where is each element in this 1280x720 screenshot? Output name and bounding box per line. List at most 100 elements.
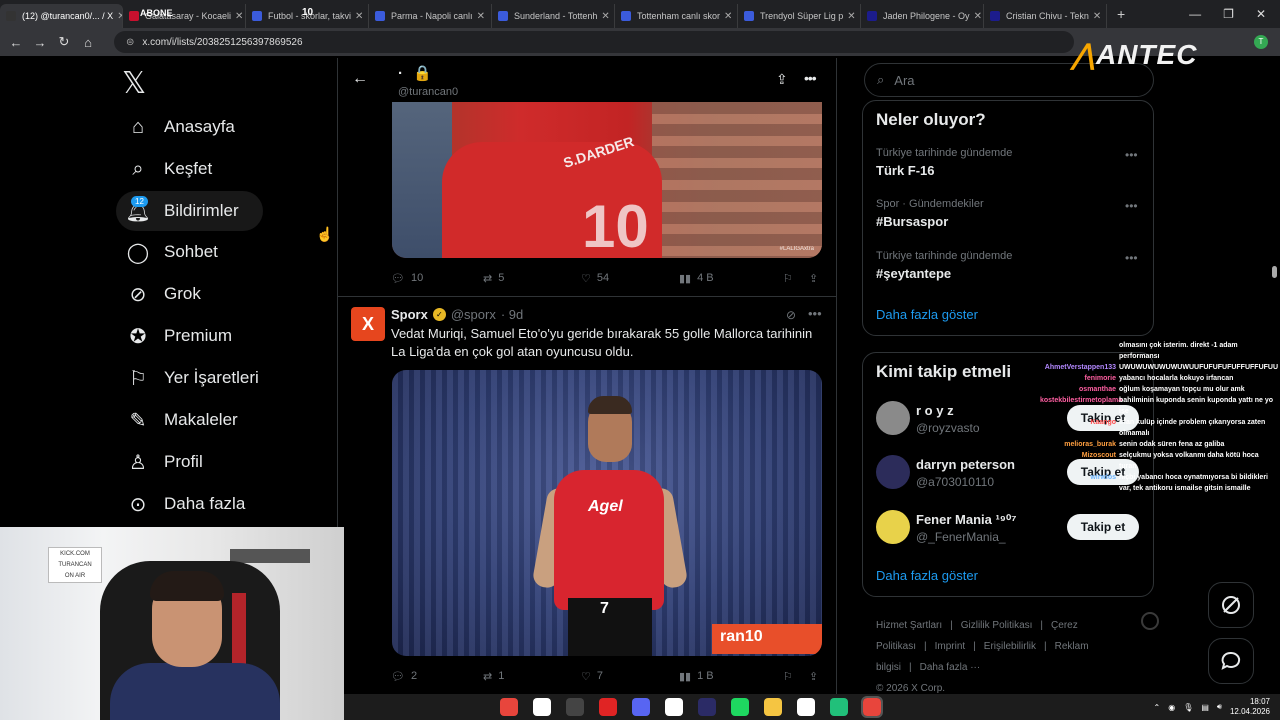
browser-tab[interactable]: Trendyol Süper Lig p ✕ [738, 4, 861, 28]
sidebar-item-more-circle[interactable]: ⊙ Daha fazla [116, 484, 255, 524]
tweet-date[interactable]: · 9d [501, 307, 523, 322]
browser-tab[interactable]: Parma - Napoli canlı ✕ [369, 4, 492, 28]
record-taskbar-icon[interactable] [599, 698, 617, 716]
tray-chevron-icon[interactable]: ⌃ [1154, 703, 1161, 712]
scrollbar-thumb[interactable] [1272, 266, 1277, 278]
tab-close-icon[interactable]: ✕ [231, 11, 243, 22]
browser-tab[interactable]: Cristian Chivu - Tekn ✕ [984, 4, 1107, 28]
reply-button[interactable]: 💬︎ 10 [391, 272, 483, 285]
tray-volume-icon[interactable]: 🔊︎ [1217, 702, 1222, 712]
browser-tab[interactable]: Tottenham canlı skor ✕ [615, 4, 738, 28]
avatar[interactable]: X [351, 307, 385, 341]
sidebar-item-home[interactable]: ⌂ Anasayfa [116, 107, 245, 147]
sidebar-item-grok[interactable]: ⊘ Grok [116, 274, 211, 314]
footer-link[interactable]: Erişilebilirlik [984, 641, 1036, 652]
user-handle[interactable]: @_FenerMania_ [916, 530, 1006, 544]
trend-name[interactable]: #Bursaspor [876, 214, 948, 229]
sidebar-item-article[interactable]: ✎ Makaleler [116, 400, 248, 440]
minimize-icon[interactable]: — [1189, 7, 1201, 21]
tray-record-icon[interactable]: ◉ [1168, 703, 1175, 712]
retweet-button[interactable]: ⇄ 1 [483, 670, 581, 683]
discord-taskbar-icon[interactable] [632, 698, 650, 716]
tab-close-icon[interactable]: ✕ [473, 11, 485, 22]
user-name[interactable]: r o y z [916, 403, 954, 418]
back-icon[interactable]: ← [4, 35, 28, 50]
share-tweet-button[interactable]: ⇪ [809, 272, 818, 285]
tray-network-icon[interactable]: ▤ [1201, 703, 1209, 712]
tab-close-icon[interactable]: ✕ [597, 11, 609, 22]
sidebar-item-chat[interactable]: ◯ Sohbet [116, 232, 228, 272]
messages-fab-button[interactable] [1208, 638, 1254, 684]
folder-taskbar-icon[interactable] [764, 698, 782, 716]
footer-link[interactable]: Imprint [935, 641, 966, 652]
avatar[interactable] [876, 455, 910, 489]
tab-close-icon[interactable]: ✕ [113, 11, 122, 22]
sidebar-item-verified[interactable]: ✪ Premium [116, 316, 242, 356]
app-green-taskbar-icon[interactable] [830, 698, 848, 716]
capcut-taskbar-icon[interactable] [533, 698, 551, 716]
user-name[interactable]: Fener Mania ¹⁹⁰⁷ [916, 512, 1017, 528]
browser-tab[interactable]: Jaden Philogene - Oy ✕ [861, 4, 984, 28]
chrome-taskbar-icon[interactable] [500, 698, 518, 716]
footer-link[interactable]: Hizmet Şartları [876, 620, 942, 631]
share-icon[interactable]: ⇪ [776, 71, 788, 88]
capcut3-taskbar-icon[interactable] [797, 698, 815, 716]
trend-name[interactable]: #şeytantepe [876, 266, 951, 281]
browser-tab[interactable]: Sunderland - Tottenh ✕ [492, 4, 615, 28]
x-logo[interactable]: 𝕏 [122, 66, 146, 101]
footer-link[interactable]: Gizlilik Politikası [961, 620, 1033, 631]
premiere-taskbar-icon[interactable] [698, 698, 716, 716]
tab-close-icon[interactable]: ✕ [720, 11, 732, 22]
tab-close-icon[interactable]: ✕ [970, 11, 982, 22]
obs-taskbar-icon[interactable] [566, 698, 584, 716]
bookmark-button[interactable]: ⚐ [783, 272, 809, 285]
trend-more-icon[interactable]: ••• [1125, 251, 1138, 265]
share-tweet-button[interactable]: ⇪ [809, 670, 818, 683]
avatar[interactable] [876, 510, 910, 544]
avatar[interactable] [876, 401, 910, 435]
tweet-media-image[interactable]: S.DARDER 10 #LALIGAxtra [392, 102, 822, 258]
spotify-taskbar-icon[interactable] [731, 698, 749, 716]
restore-icon[interactable]: ❐ [1223, 7, 1234, 21]
browser-tab[interactable]: (12) @turancan0/... / X✕ [0, 4, 123, 28]
sidebar-item-search[interactable]: ⌕ Keşfet [116, 149, 222, 189]
new-tab-icon[interactable]: + [1117, 6, 1125, 22]
close-window-icon[interactable]: ✕ [1256, 7, 1266, 21]
grok-explain-icon[interactable]: ⊘ [786, 308, 796, 322]
like-button[interactable]: ♡ 54 [581, 272, 679, 285]
browser-profile-avatar[interactable]: T [1254, 35, 1268, 49]
tweet-media-image[interactable]: Αgel 7 ran10 [392, 370, 822, 656]
tray-mic-icon[interactable]: 🎙︎ [1183, 703, 1193, 712]
grok-fab-button[interactable] [1208, 582, 1254, 628]
url-field[interactable]: ⊜ x.com/i/lists/2038251256397869526 [114, 31, 1074, 53]
user-name[interactable]: darryn peterson [916, 457, 1015, 472]
user-handle[interactable]: @royzvasto [916, 421, 980, 435]
trend-more-icon[interactable]: ••• [1125, 199, 1138, 213]
chrome2-taskbar-icon[interactable] [861, 696, 883, 718]
trends-show-more-link[interactable]: Daha fazla göster [876, 307, 978, 322]
bookmark-button[interactable]: ⚐ [783, 670, 809, 683]
reply-button[interactable]: 💬︎ 2 [391, 670, 483, 683]
clock[interactable]: 18:07 12.04.2026 [1230, 697, 1270, 717]
back-arrow-icon[interactable]: ← [352, 70, 368, 88]
capcut2-taskbar-icon[interactable] [665, 698, 683, 716]
forward-icon[interactable]: → [28, 35, 52, 50]
follow-show-more-link[interactable]: Daha fazla göster [876, 568, 978, 583]
footer-link[interactable]: Daha fazla ··· [920, 662, 981, 673]
tweet-more-icon[interactable]: ••• [808, 306, 822, 321]
sidebar-item-bookmark[interactable]: ⚐ Yer İşaretleri [116, 358, 269, 398]
reload-icon[interactable]: ↻ [52, 34, 76, 50]
sidebar-item-person[interactable]: ♙ Profil [116, 442, 213, 482]
tab-close-icon[interactable]: ✕ [843, 11, 855, 22]
tab-close-icon[interactable]: ✕ [1089, 11, 1101, 22]
tweet-author[interactable]: Sporx [391, 307, 428, 322]
tab-close-icon[interactable]: ✕ [351, 11, 363, 22]
follow-button[interactable]: Takip et [1067, 514, 1139, 540]
user-handle[interactable]: @a703010110 [916, 475, 994, 489]
site-info-icon[interactable]: ⊜ [126, 37, 134, 48]
trend-name[interactable]: Türk F-16 [876, 163, 935, 178]
like-button[interactable]: ♡ 7 [581, 670, 679, 683]
views-button[interactable]: ▮▮ 1 B [679, 670, 783, 683]
more-options-icon[interactable]: ••• [804, 70, 817, 86]
home-browser-icon[interactable]: ⌂ [76, 35, 100, 50]
